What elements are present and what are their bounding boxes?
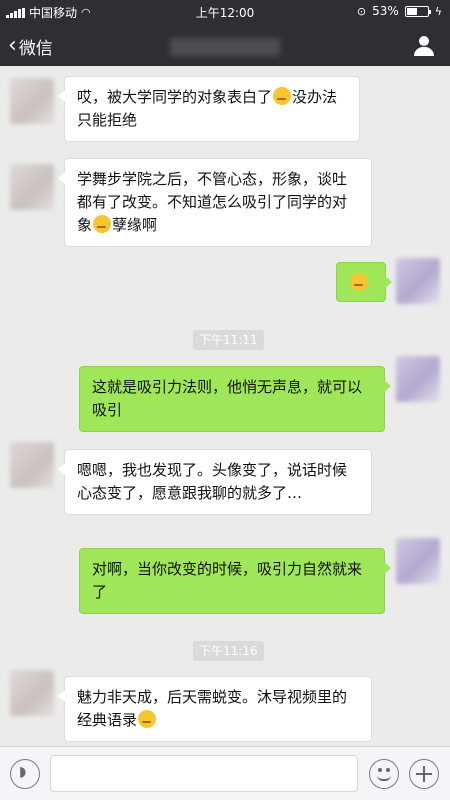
- back-label: 微信: [18, 39, 53, 59]
- voice-icon: ◗: [19, 764, 27, 780]
- charging-icon: ϟ: [434, 4, 442, 18]
- orientation-lock-icon: ⊙: [356, 4, 367, 18]
- voice-button[interactable]: ◗: [10, 759, 40, 789]
- unamused-face-emoji: [273, 87, 292, 105]
- timestamp: 下午11:16: [193, 641, 264, 661]
- message-bubble[interactable]: 哎，被大学同学的对象表白了 没办法只能拒绝: [58, 76, 360, 142]
- status-bar: 中国移动 ◠ 上午12:00 ⊙ 53% ϟ: [0, 0, 450, 24]
- chat-area[interactable]: 哎，被大学同学的对象表白了 没办法只能拒绝 学舞步学院之后，不管心态，形象，谈吐都…: [0, 66, 450, 746]
- avatar[interactable]: [396, 258, 440, 304]
- message-bubble[interactable]: 对啊，当你改变的时候，吸引力自然就来了: [79, 548, 391, 614]
- nav-bar: ‹ 微信: [0, 30, 450, 64]
- input-bar: ◗: [0, 746, 450, 800]
- message-input[interactable]: [50, 755, 358, 792]
- timestamp: 下午11:11: [193, 330, 264, 350]
- battery-percent: 53%: [372, 4, 399, 18]
- battery-icon: [404, 5, 431, 17]
- avatar[interactable]: [10, 670, 54, 716]
- add-button[interactable]: [409, 759, 439, 789]
- emoji-button[interactable]: [369, 759, 399, 789]
- laughing-crying-emoji: [93, 215, 112, 233]
- avatar[interactable]: [10, 78, 54, 124]
- message-bubble[interactable]: 魅力非天成，后天需蜕变。沐导视频里的经典语录: [58, 676, 372, 742]
- chevron-left-icon: ‹: [8, 32, 17, 58]
- thinking-face-emoji: [138, 710, 157, 728]
- message-bubble[interactable]: [336, 262, 392, 302]
- message-bubble[interactable]: 嗯嗯，我也发现了。头像变了，说话时候心态变了，愿意跟我聊的就多了…: [58, 449, 372, 515]
- profile-icon[interactable]: [414, 36, 434, 56]
- thinking-face-emoji: [350, 273, 368, 291]
- top-bar: 中国移动 ◠ 上午12:00 ⊙ 53% ϟ ‹ 微信: [0, 0, 450, 66]
- back-button[interactable]: ‹ 微信: [8, 34, 53, 59]
- avatar[interactable]: [396, 538, 440, 584]
- avatar[interactable]: [396, 356, 440, 402]
- avatar[interactable]: [10, 442, 54, 488]
- avatar[interactable]: [10, 164, 54, 210]
- message-bubble[interactable]: 学舞步学院之后，不管心态，形象，谈吐都有了改变。不知道怎么吸引了同学的对象 孽缘啊: [58, 158, 372, 247]
- message-bubble[interactable]: 这就是吸引力法则，他悄无声息，就可以吸引: [79, 366, 391, 432]
- chat-title-blurred: [170, 38, 280, 56]
